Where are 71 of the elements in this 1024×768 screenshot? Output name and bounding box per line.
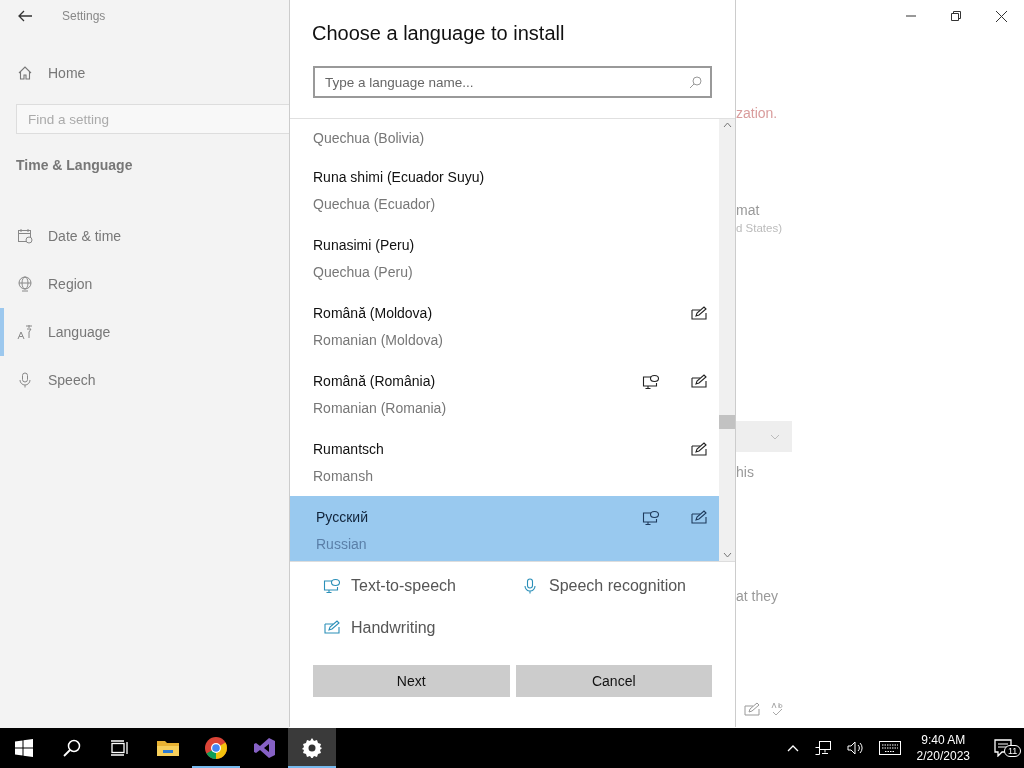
list-option[interactable]: Quechua (Bolivia) [290,119,719,156]
legend-label: Speech recognition [549,577,686,595]
english-name: Quechua (Ecuador) [313,195,437,212]
globe-icon [17,276,33,292]
list-option[interactable]: Runa shimi (Ecuador Suyu) Quechua (Ecuador) [290,156,719,224]
list-option[interactable]: Română (România) Romanian (Romania) [290,360,719,428]
list-option[interactable]: Română (Moldova) Romanian (Moldova) [290,292,719,360]
native-name: Русский [316,508,369,525]
native-name: Rumantsch [313,440,385,457]
search-icon[interactable] [689,75,702,89]
nav-item[interactable]: Region [0,260,289,308]
nav-item[interactable]: Date & time [0,212,289,260]
handwriting-icon [744,702,760,716]
home-icon [17,65,33,81]
background-text: at they [736,588,779,604]
scroll-up-icon[interactable] [722,122,732,128]
english-name: Quechua (Peru) [313,263,414,280]
task-view-icon [111,740,129,756]
folder-icon [157,739,179,757]
handwriting-icon [323,620,341,636]
clock[interactable]: 9:40 AM 2/20/2023 [916,733,970,763]
cancel-button[interactable]: Cancel [515,665,712,697]
microphone-icon [17,372,33,388]
native-name: Runasimi (Peru) [313,236,416,253]
list-option[interactable]: Runasimi (Peru) Quechua (Peru) [290,224,719,292]
back-arrow-icon[interactable] [18,10,32,22]
background-text: his [736,464,754,480]
search-icon [63,739,81,757]
next-button[interactable]: Next [313,665,510,697]
taskbar-app[interactable] [288,728,336,768]
native-name: Română (România) [313,372,437,389]
spell-check-icon [770,702,784,716]
language-icon [17,324,33,340]
network-icon[interactable] [814,741,831,755]
scrollbar-thumb[interactable] [719,415,735,429]
microphone-icon [521,578,539,594]
dialog-title: Choose a language to install [311,21,566,44]
english-name: Romanian (Moldova) [313,331,444,348]
infinity-icon [253,737,275,759]
home-link[interactable]: Home [0,49,289,97]
window-title: Settings [62,9,106,23]
chevron-down-icon [770,433,780,440]
browser-icon [204,736,228,760]
text-to-speech-icon [323,578,341,594]
legend-label: Handwriting [351,619,436,637]
nav-item[interactable]: Speech [0,356,289,404]
notification-badge: 11 [1004,745,1022,757]
native-name: Română (Moldova) [313,304,434,321]
scroll-down-icon[interactable] [722,552,732,558]
legend-label: Text-to-speech [351,577,456,595]
calendar-icon [17,228,33,244]
background-text: mat [736,202,760,218]
keyboard-icon[interactable] [878,741,901,755]
native-name: Runa shimi (Ecuador Suyu) [313,168,486,185]
background-text: d States) [736,222,783,234]
english-name: Romansh [313,467,374,484]
windows-logo-icon [15,739,33,757]
restore-icon[interactable] [951,11,961,21]
scrollbar[interactable] [719,119,735,561]
close-icon[interactable] [996,10,1007,22]
english-name: Romanian (Romania) [313,399,448,416]
background-text: zation. [736,105,778,121]
search-field[interactable]: Type a language name... [313,66,712,98]
volume-icon[interactable] [846,741,863,755]
gear-icon [302,738,322,758]
chevron-up-icon[interactable] [786,744,799,752]
english-name: Quechua (Bolivia) [313,129,426,146]
english-name: Russian [316,535,368,552]
section-heading: Time & Language [16,157,134,175]
list-option[interactable]: Rumantsch Romansh [290,428,719,496]
list-option[interactable]: Русский Russian [290,496,719,561]
